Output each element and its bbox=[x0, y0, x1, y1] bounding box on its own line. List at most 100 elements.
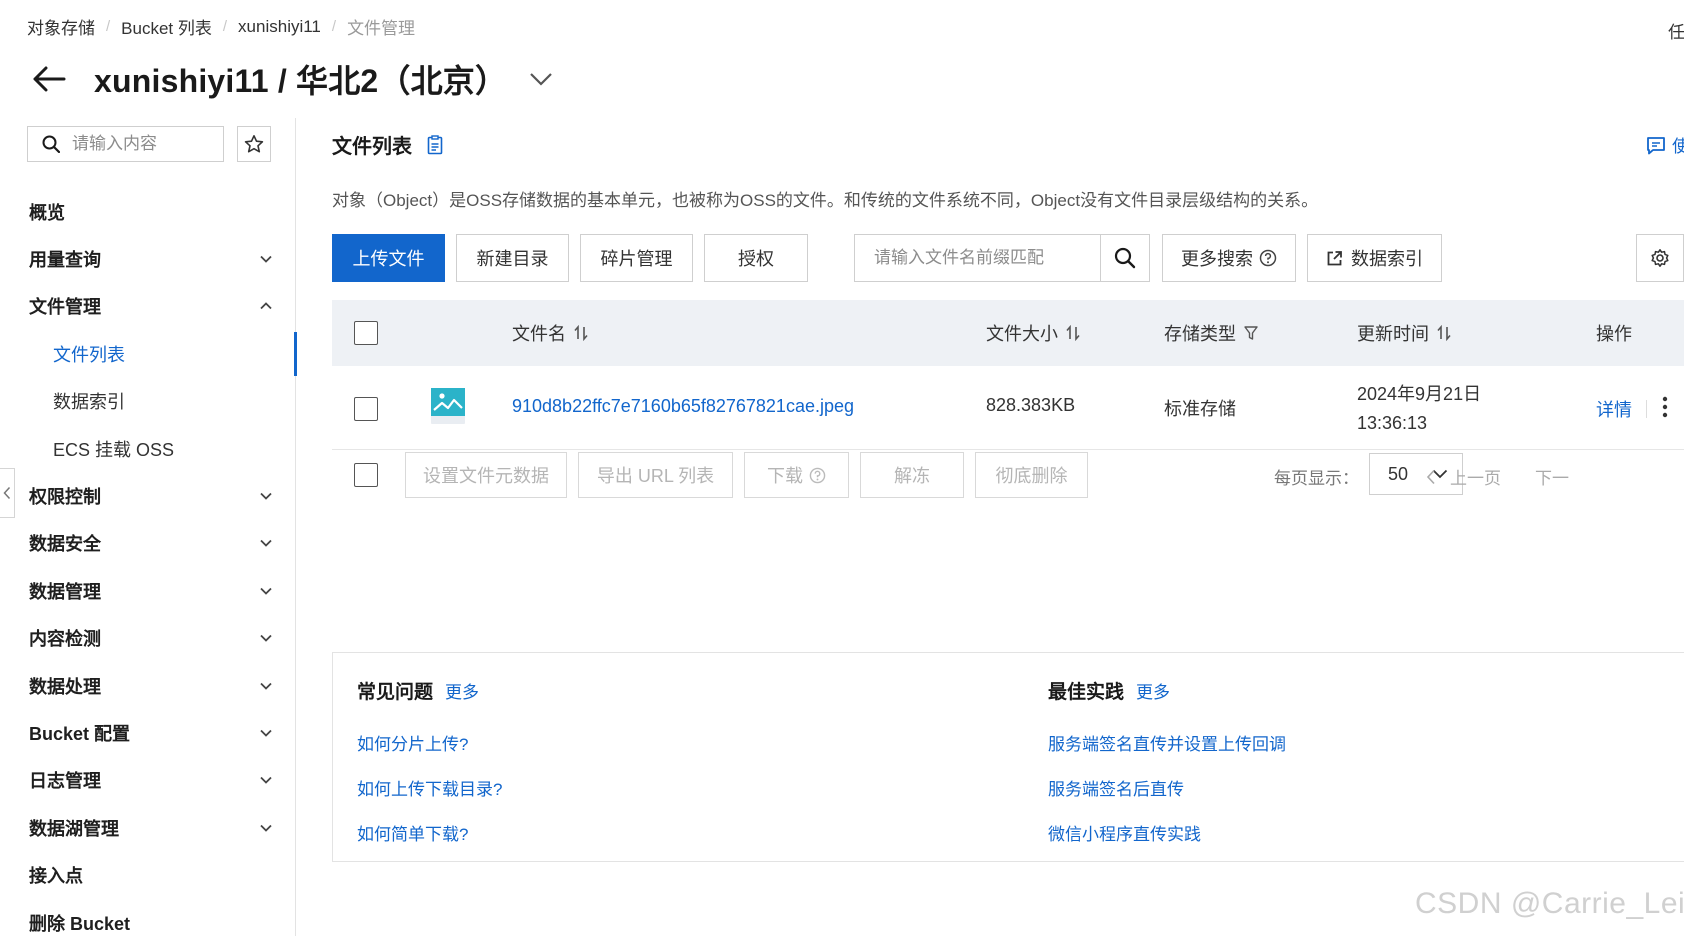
sidebar-item-content-detection[interactable]: 内容检测 bbox=[0, 615, 296, 662]
top-right-link[interactable]: 任 bbox=[1668, 18, 1684, 43]
gear-icon bbox=[1651, 249, 1669, 267]
breadcrumb-bucket[interactable]: xunishiyi11 bbox=[238, 17, 321, 37]
data-index-button[interactable]: 数据索引 bbox=[1307, 234, 1442, 282]
row-checkbox[interactable] bbox=[354, 397, 378, 421]
sidebar-item-data-index[interactable]: 数据索引 bbox=[0, 378, 296, 425]
faq-link[interactable]: 如何上传下载目录? bbox=[357, 775, 502, 800]
permanent-delete-button[interactable]: 彻底删除 bbox=[975, 452, 1088, 498]
sidebar-item-data-management[interactable]: 数据管理 bbox=[0, 567, 296, 614]
column-header-storage-type[interactable]: 存储类型 bbox=[1164, 300, 1258, 366]
filter-icon bbox=[1244, 326, 1258, 340]
best-practice-more-link[interactable]: 更多 bbox=[1136, 678, 1170, 703]
sidebar-item-data-processing[interactable]: 数据处理 bbox=[0, 662, 296, 709]
breadcrumb-separator: / bbox=[222, 18, 228, 35]
faq-title: 常见问题 bbox=[357, 682, 434, 703]
back-arrow-icon[interactable] bbox=[32, 60, 70, 98]
breadcrumb: 对象存储 / Bucket 列表 / xunishiyi11 / 文件管理 bbox=[27, 14, 415, 39]
column-header-updated[interactable]: 更新时间 bbox=[1357, 300, 1451, 366]
chevron-down-icon bbox=[260, 255, 272, 263]
prev-page-button[interactable]: 上一页 bbox=[1426, 464, 1501, 489]
download-button[interactable]: 下载 bbox=[744, 452, 849, 498]
bulk-select-checkbox[interactable] bbox=[354, 463, 378, 487]
settings-button[interactable] bbox=[1636, 234, 1684, 282]
sidebar-item-file-list[interactable]: 文件列表 bbox=[0, 330, 297, 377]
faq-link[interactable]: 如何分片上传? bbox=[357, 730, 502, 755]
best-practice-title: 最佳实践 bbox=[1048, 682, 1125, 703]
unfreeze-button[interactable]: 解冻 bbox=[860, 452, 964, 498]
breadcrumb-separator: / bbox=[106, 18, 111, 35]
file-table: 文件名 文件大小 存储类型 更新时间 操作 910d8b22ffc7e7160b… bbox=[332, 300, 1684, 498]
search-button[interactable] bbox=[1100, 234, 1150, 282]
next-page-button[interactable]: 下一 bbox=[1535, 464, 1569, 489]
per-page-label: 每页显示： bbox=[1274, 469, 1359, 488]
sidebar-search-input[interactable] bbox=[72, 134, 212, 154]
file-name-link[interactable]: 910d8b22ffc7e7160b65f82767821cae.jpeg bbox=[512, 396, 854, 417]
sidebar-item-file-management[interactable]: 文件管理 bbox=[0, 283, 296, 330]
document-icon[interactable] bbox=[426, 134, 444, 155]
sidebar-item-bucket-config[interactable]: Bucket 配置 bbox=[0, 709, 296, 756]
new-directory-button[interactable]: 新建目录 bbox=[456, 234, 569, 282]
breadcrumb-bucket-list[interactable]: Bucket 列表 bbox=[121, 14, 212, 39]
column-header-name[interactable]: 文件名 bbox=[512, 300, 588, 366]
table-header: 文件名 文件大小 存储类型 更新时间 操作 bbox=[332, 300, 1684, 366]
select-all-checkbox[interactable] bbox=[354, 321, 378, 345]
chevron-up-icon bbox=[260, 302, 272, 310]
storage-type: 标准存储 bbox=[1164, 399, 1236, 419]
faq-link[interactable]: 如何简单下载? bbox=[357, 820, 502, 845]
sidebar-item-data-security[interactable]: 数据安全 bbox=[0, 520, 296, 567]
external-link-icon bbox=[1327, 250, 1342, 265]
sidebar-item-ecs-mount[interactable]: ECS 挂载 OSS bbox=[0, 425, 296, 472]
watermark: CSDN @Carrie_Lei bbox=[1415, 887, 1684, 920]
chevron-down-icon bbox=[260, 729, 272, 737]
best-practice-link[interactable]: 微信小程序直传实践 bbox=[1048, 820, 1286, 845]
sidebar-item-data-lake[interactable]: 数据湖管理 bbox=[0, 804, 296, 851]
question-circle-icon bbox=[809, 467, 826, 483]
chevron-left-icon bbox=[1426, 469, 1435, 484]
sidebar-item-usage[interactable]: 用量查询 bbox=[0, 235, 296, 282]
detail-link[interactable]: 详情 bbox=[1596, 396, 1632, 422]
image-file-icon bbox=[431, 388, 465, 424]
favorite-star-button[interactable] bbox=[237, 126, 271, 162]
faq-more-link[interactable]: 更多 bbox=[445, 678, 479, 703]
help-doc-link[interactable]: 使 bbox=[1646, 132, 1684, 157]
fragment-management-button[interactable]: 碎片管理 bbox=[580, 234, 693, 282]
star-icon bbox=[244, 135, 264, 153]
sidebar-item-permissions[interactable]: 权限控制 bbox=[0, 472, 296, 519]
sort-icon bbox=[574, 325, 588, 341]
region-chevron-down-icon[interactable] bbox=[529, 66, 555, 92]
section-title: 文件列表 bbox=[332, 130, 444, 159]
chevron-down-icon bbox=[260, 587, 272, 595]
faq-section: 常见问题 更多 如何分片上传? 如何上传下载目录? 如何简单下载? bbox=[357, 677, 502, 845]
sidebar-item-delete-bucket[interactable]: 删除 Bucket bbox=[0, 899, 296, 936]
sidebar-item-access-point[interactable]: 接入点 bbox=[0, 851, 296, 898]
updated-date: 2024年9月21日 bbox=[1357, 384, 1482, 404]
breadcrumb-object-storage[interactable]: 对象存储 bbox=[27, 14, 95, 39]
search-icon bbox=[1114, 247, 1136, 269]
export-url-button[interactable]: 导出 URL 列表 bbox=[578, 452, 733, 498]
best-practice-link[interactable]: 服务端签名直传并设置上传回调 bbox=[1048, 730, 1286, 755]
sidebar-item-overview[interactable]: 概览 bbox=[0, 188, 296, 235]
sort-icon bbox=[1066, 325, 1080, 341]
prefix-search-input[interactable] bbox=[854, 234, 1100, 282]
chevron-down-icon bbox=[260, 824, 272, 832]
sidebar-item-log-management[interactable]: 日志管理 bbox=[0, 757, 296, 804]
upload-file-button[interactable]: 上传文件 bbox=[332, 234, 445, 282]
best-practice-section: 最佳实践 更多 服务端签名直传并设置上传回调 服务端签名后直传 微信小程序直传实… bbox=[1048, 677, 1286, 845]
chevron-left-icon bbox=[3, 486, 11, 500]
best-practice-link[interactable]: 服务端签名后直传 bbox=[1048, 775, 1286, 800]
chevron-down-icon bbox=[260, 682, 272, 690]
column-header-ops: 操作 bbox=[1596, 324, 1632, 344]
set-metadata-button[interactable]: 设置文件元数据 bbox=[405, 452, 567, 498]
column-header-size[interactable]: 文件大小 bbox=[986, 300, 1080, 366]
more-vertical-icon[interactable] bbox=[1662, 396, 1668, 418]
sidebar-nav: 概览 用量查询 文件管理 文件列表 数据索引 ECS 挂载 OSS 权限控制 数… bbox=[0, 188, 297, 936]
sidebar-search bbox=[27, 126, 224, 162]
page-header: xunishiyi11 / 华北2（北京） bbox=[32, 56, 555, 102]
page-title: xunishiyi11 / 华北2（北京） bbox=[94, 63, 508, 99]
sidebar-collapse-handle[interactable] bbox=[0, 468, 15, 518]
file-size: 828.383KB bbox=[986, 395, 1076, 415]
bulk-action-bar: 设置文件元数据 导出 URL 列表 下载 解冻 彻底删除 每页显示： 50 上一… bbox=[332, 452, 1684, 498]
authorize-button[interactable]: 授权 bbox=[704, 234, 808, 282]
help-card: 常见问题 更多 如何分片上传? 如何上传下载目录? 如何简单下载? 最佳实践 更… bbox=[332, 652, 1684, 862]
more-search-button[interactable]: 更多搜索 bbox=[1162, 234, 1296, 282]
